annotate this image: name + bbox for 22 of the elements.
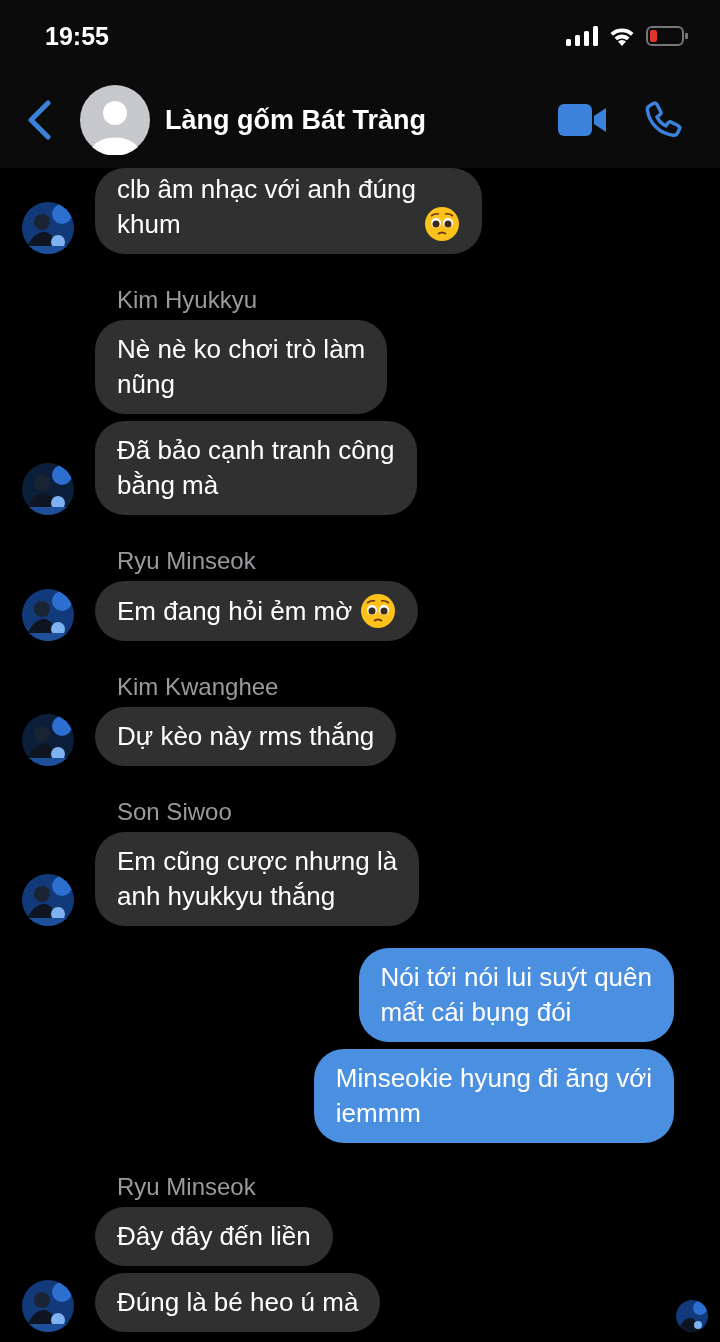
sender-name: Kim Kwanghee (117, 673, 280, 701)
message-bubble[interactable]: Đây đây đến liền (95, 1207, 333, 1266)
sender-name: Ryu Minseok (117, 547, 257, 575)
message-bubble[interactable]: Em cũng cược nhưng là anh hyukkyu thắng (95, 832, 420, 926)
chat-title: Làng gốm Bát Tràng (165, 104, 427, 136)
message-bubble[interactable]: Em đang hỏi ẻm mờ (95, 581, 419, 641)
wifi-icon (608, 26, 636, 46)
seen-avatar (676, 1300, 708, 1332)
message-bubble[interactable]: Đúng là bé heo ú mà (95, 1273, 381, 1332)
sender-name: Ryu Minseok (117, 1173, 257, 1201)
message-bubble[interactable]: Đã bảo cạnh tranh công bằng mà (95, 421, 417, 515)
message-bubble[interactable]: clb âm nhạc với anh đúng khum (95, 168, 482, 254)
signal-icon (566, 26, 598, 46)
message-bubble[interactable]: Nè nè ko chơi trò làm nũng (95, 320, 388, 414)
group-avatar-icon[interactable] (80, 85, 150, 155)
battery-icon (646, 26, 688, 46)
status-time: 19:55 (45, 21, 109, 51)
sender-name: Kim Hyukkyu (117, 286, 259, 314)
video-call-icon[interactable] (558, 104, 606, 136)
back-icon[interactable] (26, 100, 52, 140)
message-bubble[interactable]: Dự kèo này rms thắng (95, 707, 397, 766)
sender-name: Son Siwoo (117, 798, 233, 826)
